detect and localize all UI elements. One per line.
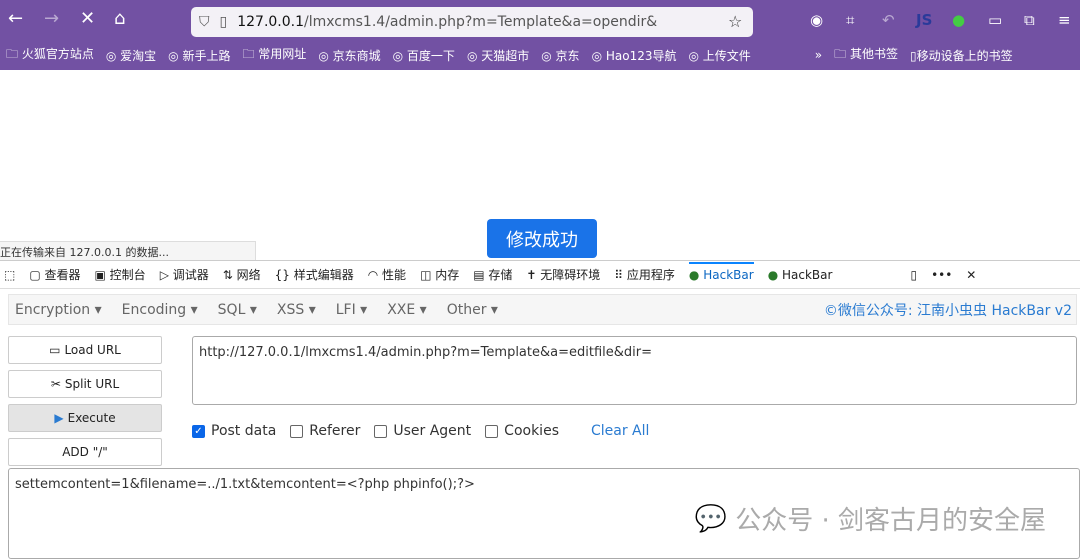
clear-all-link[interactable]: Clear All [591,423,649,439]
bookmark-item[interactable]: ◎ 新手上路 [168,47,230,64]
url-host: 127.0.0.1 [237,14,305,30]
more-bookmarks-icon[interactable]: » [815,48,822,62]
bookmark-item[interactable]: ◎ 天猫超市 [467,47,529,64]
bookmark-item[interactable]: ◎ 京东 [541,47,579,64]
crop-icon[interactable]: ⌗ [846,11,854,29]
page-icon: ▯ [219,14,228,30]
tab-application[interactable]: ⠿ 应用程序 [614,266,675,283]
tab-memory[interactable]: ◫ 内存 [420,266,459,283]
options-row: ✓ Post data Referer User Agent Cookies Cl… [192,423,649,439]
reader-icon[interactable]: ▭ [988,11,1002,29]
tab-network[interactable]: ⇅ 网络 [223,266,261,283]
post-data-checkbox[interactable]: ✓ Post data [192,423,276,439]
play-icon: ▶ [54,411,64,425]
more-icon[interactable]: ••• [931,268,952,282]
tab-inspector[interactable]: ▢ 查看器 [29,266,80,283]
devtools-tabbar: ⬚ ▢ 查看器 ▣ 控制台 ▷ 调试器 ⇅ 网络 {} 样式编辑器 ◠ 性能 ◫… [0,260,1080,289]
js-extension-icon[interactable]: JS [916,11,932,29]
scissors-icon: ✂ [50,377,61,391]
tab-performance[interactable]: ◠ 性能 [368,266,406,283]
bookmarks-bar: 🗀 火狐官方站点 ◎ 爱淘宝 ◎ 新手上路 🗀 常用网址 ◎ 京东商城 ◎ 百度… [0,40,1080,70]
bookmark-item[interactable]: ▯移动设备上的书签 [910,47,1013,64]
url-bar[interactable]: ⛉ ▯ 127.0.0.1/lmxcms1.4/admin.php?m=Templ… [191,7,753,37]
picker-icon[interactable]: ⬚ [4,268,15,282]
extensions-icon[interactable]: ⧉ [1024,11,1035,29]
close-icon[interactable]: ✕ [966,268,976,282]
tab-debugger[interactable]: ▷ 调试器 [160,266,209,283]
bookmark-item[interactable]: ◎ Hao123导航 [592,47,677,64]
success-button[interactable]: 修改成功 [487,219,597,258]
undo-icon[interactable]: ↶ [882,11,895,29]
dock-icon[interactable]: ▯ [910,268,917,282]
referer-checkbox[interactable]: Referer [290,423,360,439]
watermark: 💬 公众号 · 剑客古月的安全屋 [694,503,1046,537]
menu-icon[interactable]: ≡ [1058,11,1071,29]
bookmark-item[interactable]: ◎ 百度一下 [393,47,455,64]
bookmark-item[interactable]: 🗀 常用网址 [242,45,306,66]
bookmark-star-icon[interactable]: ☆ [728,12,742,31]
menu-encryption[interactable]: Encryption ▾ [15,302,102,318]
bookmark-item[interactable]: ◎ 京东商城 [318,47,380,64]
credit-text: ©微信公众号: 江南小虫虫 HackBar v2 [823,302,1072,319]
menu-xxe[interactable]: XXE ▾ [387,302,427,318]
user-agent-checkbox[interactable]: User Agent [374,423,471,439]
home-icon[interactable]: ⌂ [114,8,125,29]
status-text: 正在传输来自 127.0.0.1 的数据... [0,241,256,260]
bookmark-item[interactable]: 🗀 其他书签 [834,45,898,66]
tab-storage[interactable]: ▤ 存储 [473,266,512,283]
tab-hackbar-active[interactable]: ● HackBar [688,261,754,282]
add-slash-button[interactable]: ADD "/" [8,438,162,466]
url-textarea[interactable]: http://127.0.0.1/lmxcms1.4/admin.php?m=T… [192,336,1077,405]
menu-sql[interactable]: SQL ▾ [218,302,257,318]
load-url-button[interactable]: ▭ Load URL [8,336,162,364]
menu-other[interactable]: Other ▾ [447,302,498,318]
tab-hackbar[interactable]: ● HackBar [768,268,833,282]
split-url-button[interactable]: ✂ Split URL [8,370,162,398]
bookmark-item[interactable]: 🗀 火狐官方站点 [6,45,94,66]
account-icon[interactable]: ◉ [810,11,823,29]
tab-accessibility[interactable]: ✝ 无障碍环境 [526,266,600,283]
menu-xss[interactable]: XSS ▾ [277,302,316,318]
wechat-icon: 💬 [694,503,728,534]
cookies-checkbox[interactable]: Cookies [485,423,559,439]
tab-style-editor[interactable]: {} 样式编辑器 [275,266,354,283]
execute-button[interactable]: ▶ Execute [8,404,162,432]
bookmark-item[interactable]: ◎ 上传文件 [688,47,750,64]
stop-icon[interactable]: ✕ [80,8,95,29]
url-path: /lmxcms1.4/admin.php?m=Template&a=opendi… [304,14,658,30]
forward-icon[interactable]: → [44,8,59,29]
bookmark-item[interactable]: ◎ 爱淘宝 [106,47,156,64]
hackbar-menu: Encryption ▾ Encoding ▾ SQL ▾ XSS ▾ LFI … [8,294,1077,325]
menu-encoding[interactable]: Encoding ▾ [122,302,198,318]
load-icon: ▭ [49,343,61,357]
tab-console[interactable]: ▣ 控制台 [95,266,146,283]
back-icon[interactable]: ← [8,8,23,29]
extension-icon[interactable]: ● [952,11,965,29]
shield-icon: ⛉ [199,14,210,30]
menu-lfi[interactable]: LFI ▾ [336,302,367,318]
